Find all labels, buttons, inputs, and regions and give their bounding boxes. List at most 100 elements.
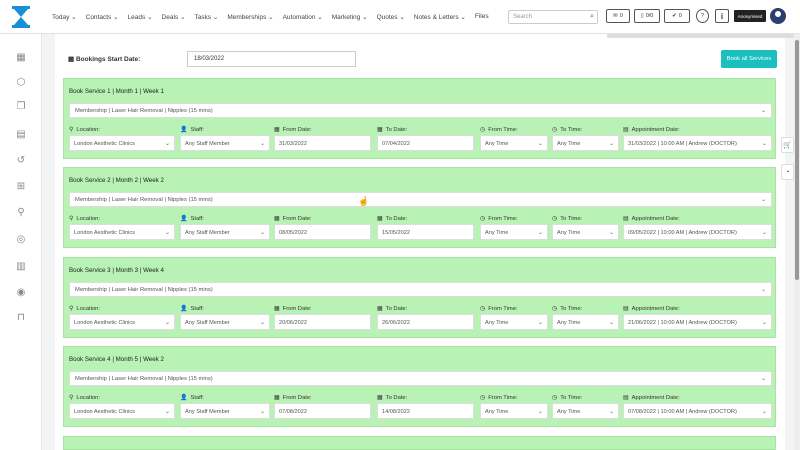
to-date-label: ▦ To Date: [377,127,408,133]
from-time-select[interactable]: Any Time ⌄ [480,135,548,151]
avatar[interactable] [770,8,786,24]
search-input[interactable]: Search ⌕ [508,10,598,24]
membership-select[interactable]: Membership | Laser Hair Removal | Nipple… [69,371,772,386]
nav-deals[interactable]: Deals ⌄ [162,13,186,21]
to-date-input[interactable]: 26/06/2022 [377,314,474,330]
from-time-select[interactable]: Any Time ⌄ [480,224,548,240]
staff-select[interactable]: Any Staff Member ⌄ [180,135,270,151]
tab-strip [607,34,800,38]
clock-icon: ◷ [480,127,486,133]
membership-select[interactable]: Membership | Laser Hair Removal | Nipple… [69,192,772,207]
user-icon: 👤 [180,216,188,222]
from-time-label: ◷ From Time: [480,127,518,133]
staff-select[interactable]: Any Staff Member ⌄ [180,403,270,419]
to-time-select[interactable]: Any Time ⌄ [552,314,619,330]
nav-leads[interactable]: Leads ⌄ [128,13,153,21]
from-time-select[interactable]: Any Time ⌄ [480,314,548,330]
search-icon[interactable]: ⌕ [590,13,594,21]
from-date-input[interactable]: 31/03/2022 [274,135,371,151]
app-logo[interactable] [8,4,34,30]
service-title: Book Service 3 | Month 3 | Week 4 [69,267,164,274]
help-button[interactable]: ? [696,9,709,23]
field-value: 26/06/2022 [382,320,410,326]
cart-icon[interactable]: 🛒 [781,137,794,153]
appointment-date-select[interactable]: 21/06/2022 | 10:00 AM | Andrew (DOCTOR) ⌄ [623,314,772,330]
membership-value: Membership | Laser Hair Removal | Nipple… [75,376,213,382]
whatsapp-icon[interactable]: ◔ [781,164,794,180]
membership-select[interactable]: Membership | Laser Hair Removal | Nipple… [69,103,772,118]
chevron-down-icon: ⌄ [608,409,614,415]
location-label: ⚲ Location: [69,395,100,401]
from-date-input[interactable]: 07/08/2022 [274,403,371,419]
tasks-button[interactable]: ✔ 0 [664,9,690,23]
nav-files[interactable]: Files [475,13,489,21]
appointment-date-select[interactable]: 31/03/2022 | 10:00 AM | Andrew (DOCTOR) ⌄ [623,135,772,151]
lock-icon[interactable]: ⊓ [15,312,27,324]
appointment-date-select[interactable]: 07/08/2022 | 10:00 AM | Andrew (DOCTOR) ⌄ [623,403,772,419]
nav-today[interactable]: Today ⌄ [52,13,77,21]
staff-label: 👤 Staff: [180,216,204,222]
nav-notes-letters[interactable]: Notes & Letters ⌄ [414,13,466,21]
account-badge[interactable]: Anonymised [734,10,766,22]
bookings-start-date-input[interactable]: 18/03/2022 [187,51,356,67]
service-card-partial [63,436,776,450]
calendar-alt-icon[interactable]: ▤ [15,129,27,141]
nav-automation[interactable]: Automation ⌄ [283,13,323,21]
service-title: Book Service 2 | Month 2 | Week 2 [69,177,164,184]
clock-icon: ◷ [552,395,558,401]
from-time-select[interactable]: Any Time ⌄ [480,403,548,419]
to-time-select[interactable]: Any Time ⌄ [552,224,619,240]
nav-marketing[interactable]: Marketing ⌄ [332,13,368,21]
location-select[interactable]: London Aesthetic Clinics ⌄ [69,135,175,151]
calls-button[interactable]: ▯ 0/0 [634,9,660,23]
staff-select[interactable]: Any Staff Member ⌄ [180,224,270,240]
to-time-select[interactable]: Any Time ⌄ [552,135,619,151]
nav-contacts[interactable]: Contacts ⌄ [86,13,119,21]
chevron-down-icon: ⌄ [537,230,543,236]
to-date-input[interactable]: 15/05/2022 [377,224,474,240]
info-button[interactable]: i [715,9,729,23]
to-date-input[interactable]: 14/08/2022 [377,403,474,419]
to-date-input[interactable]: 07/04/2022 [377,135,474,151]
to-time-select[interactable]: Any Time ⌄ [552,403,619,419]
nav-tasks[interactable]: Tasks ⌄ [194,13,218,21]
field-value: London Aesthetic Clinics [74,320,135,326]
service-card: Book Service 1 | Month 1 | Week 1 Members… [63,78,776,159]
to-time-label: ◷ To Time: [552,306,583,312]
box-icon[interactable]: ⬡ [15,77,27,89]
nav-quotes[interactable]: Quotes ⌄ [377,13,405,21]
book-all-services-button[interactable]: Book all Services [721,50,777,68]
location-select[interactable]: London Aesthetic Clinics ⌄ [69,314,175,330]
chevron-down-icon: ⌄ [760,197,766,203]
staff-select[interactable]: Any Staff Member ⌄ [180,314,270,330]
nav-memberships[interactable]: Memberships ⌄ [227,13,273,21]
gift-icon[interactable]: ⊞ [15,181,27,193]
scrollbar-thumb[interactable] [795,40,799,280]
calendar-icon[interactable]: ▦ [15,52,27,64]
calendar-icon: ▦ [274,216,280,222]
service-title: Book Service 4 | Month 5 | Week 2 [69,356,164,363]
membership-select[interactable]: Membership | Laser Hair Removal | Nipple… [69,282,772,297]
appointment-date-select[interactable]: 09/05/2022 | 10:00 AM | Andrew (DOCTOR) ⌄ [623,224,772,240]
chevron-down-icon: ⌄ [259,320,265,326]
fingerprint-icon[interactable]: ◎ [15,234,27,246]
clock-icon: ◷ [552,127,558,133]
sidebar: ▦ ⬡ ❐ ▤ ↺ ⊞ ⚲ ◎ ▥ ◉ ⊓ [0,34,42,450]
chart-icon[interactable]: ▥ [15,261,27,273]
field-value: London Aesthetic Clinics [74,409,135,415]
location-select[interactable]: London Aesthetic Clinics ⌄ [69,224,175,240]
calendar-icon: ▦ [68,56,75,63]
from-date-input[interactable]: 08/05/2022 [274,224,371,240]
copy-icon[interactable]: ❐ [15,101,27,113]
main-content: ▦ Bookings Start Date: 18/03/2022 Book a… [55,34,800,450]
history-icon[interactable]: ↺ [15,155,27,167]
field-value: 07/08/2022 [279,409,307,415]
clock-icon: ◷ [480,216,486,222]
location-select[interactable]: London Aesthetic Clinics ⌄ [69,403,175,419]
shopping-basket-icon[interactable]: ⚲ [15,207,27,219]
from-date-input[interactable]: 20/06/2022 [274,314,371,330]
mail-button[interactable]: ✉ 0 [606,9,630,23]
support-icon[interactable]: ◉ [15,287,27,299]
chevron-down-icon: ⌄ [259,141,265,147]
map-marker-icon: ⚲ [69,306,74,312]
